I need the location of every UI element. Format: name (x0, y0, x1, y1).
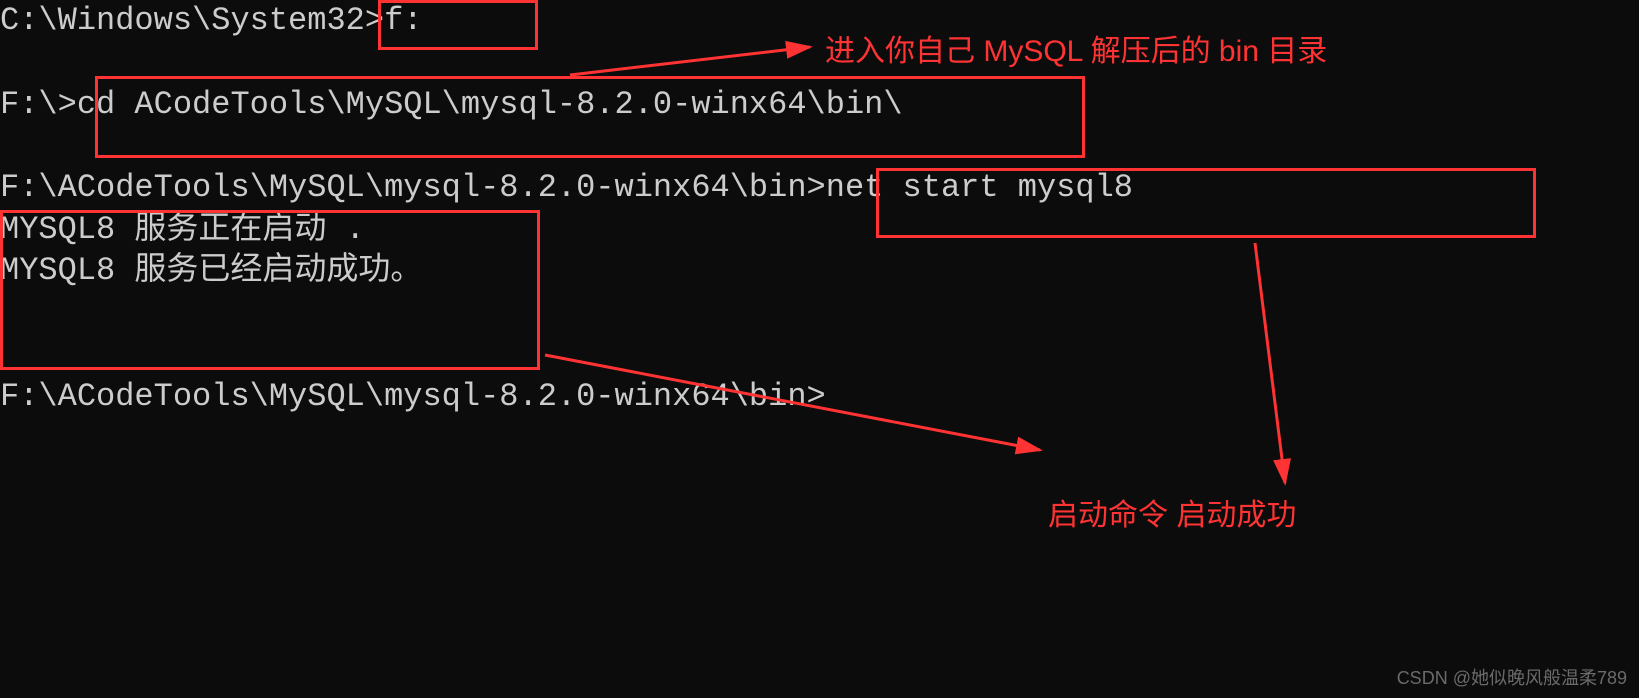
prompt-4: F:\ACodeTools\MySQL\mysql-8.2.0-winx64\b… (0, 378, 826, 415)
cmd-3[interactable]: net start mysql8 (826, 169, 1133, 206)
annotation-bin-dir: 进入你自己 MySQL 解压后的 bin 目录 (825, 32, 1327, 71)
watermark-text: CSDN @她似晚风般温柔789 (1397, 667, 1627, 690)
cmd-1[interactable]: f: (384, 2, 422, 39)
output-line-2: MYSQL8 服务已经启动成功。 (0, 252, 422, 289)
output-line-1: MYSQL8 服务正在启动 . (0, 211, 365, 248)
prompt-2: F:\> (0, 86, 77, 123)
annotation-start-success: 启动命令 启动成功 (1048, 496, 1296, 535)
arrow-to-start-annotation-1 (1230, 238, 1330, 498)
prompt-1: C:\Windows\System32> (0, 2, 384, 39)
cmd-2[interactable]: cd ACodeTools\MySQL\mysql-8.2.0-winx64\b… (77, 86, 903, 123)
prompt-3: F:\ACodeTools\MySQL\mysql-8.2.0-winx64\b… (0, 169, 826, 206)
